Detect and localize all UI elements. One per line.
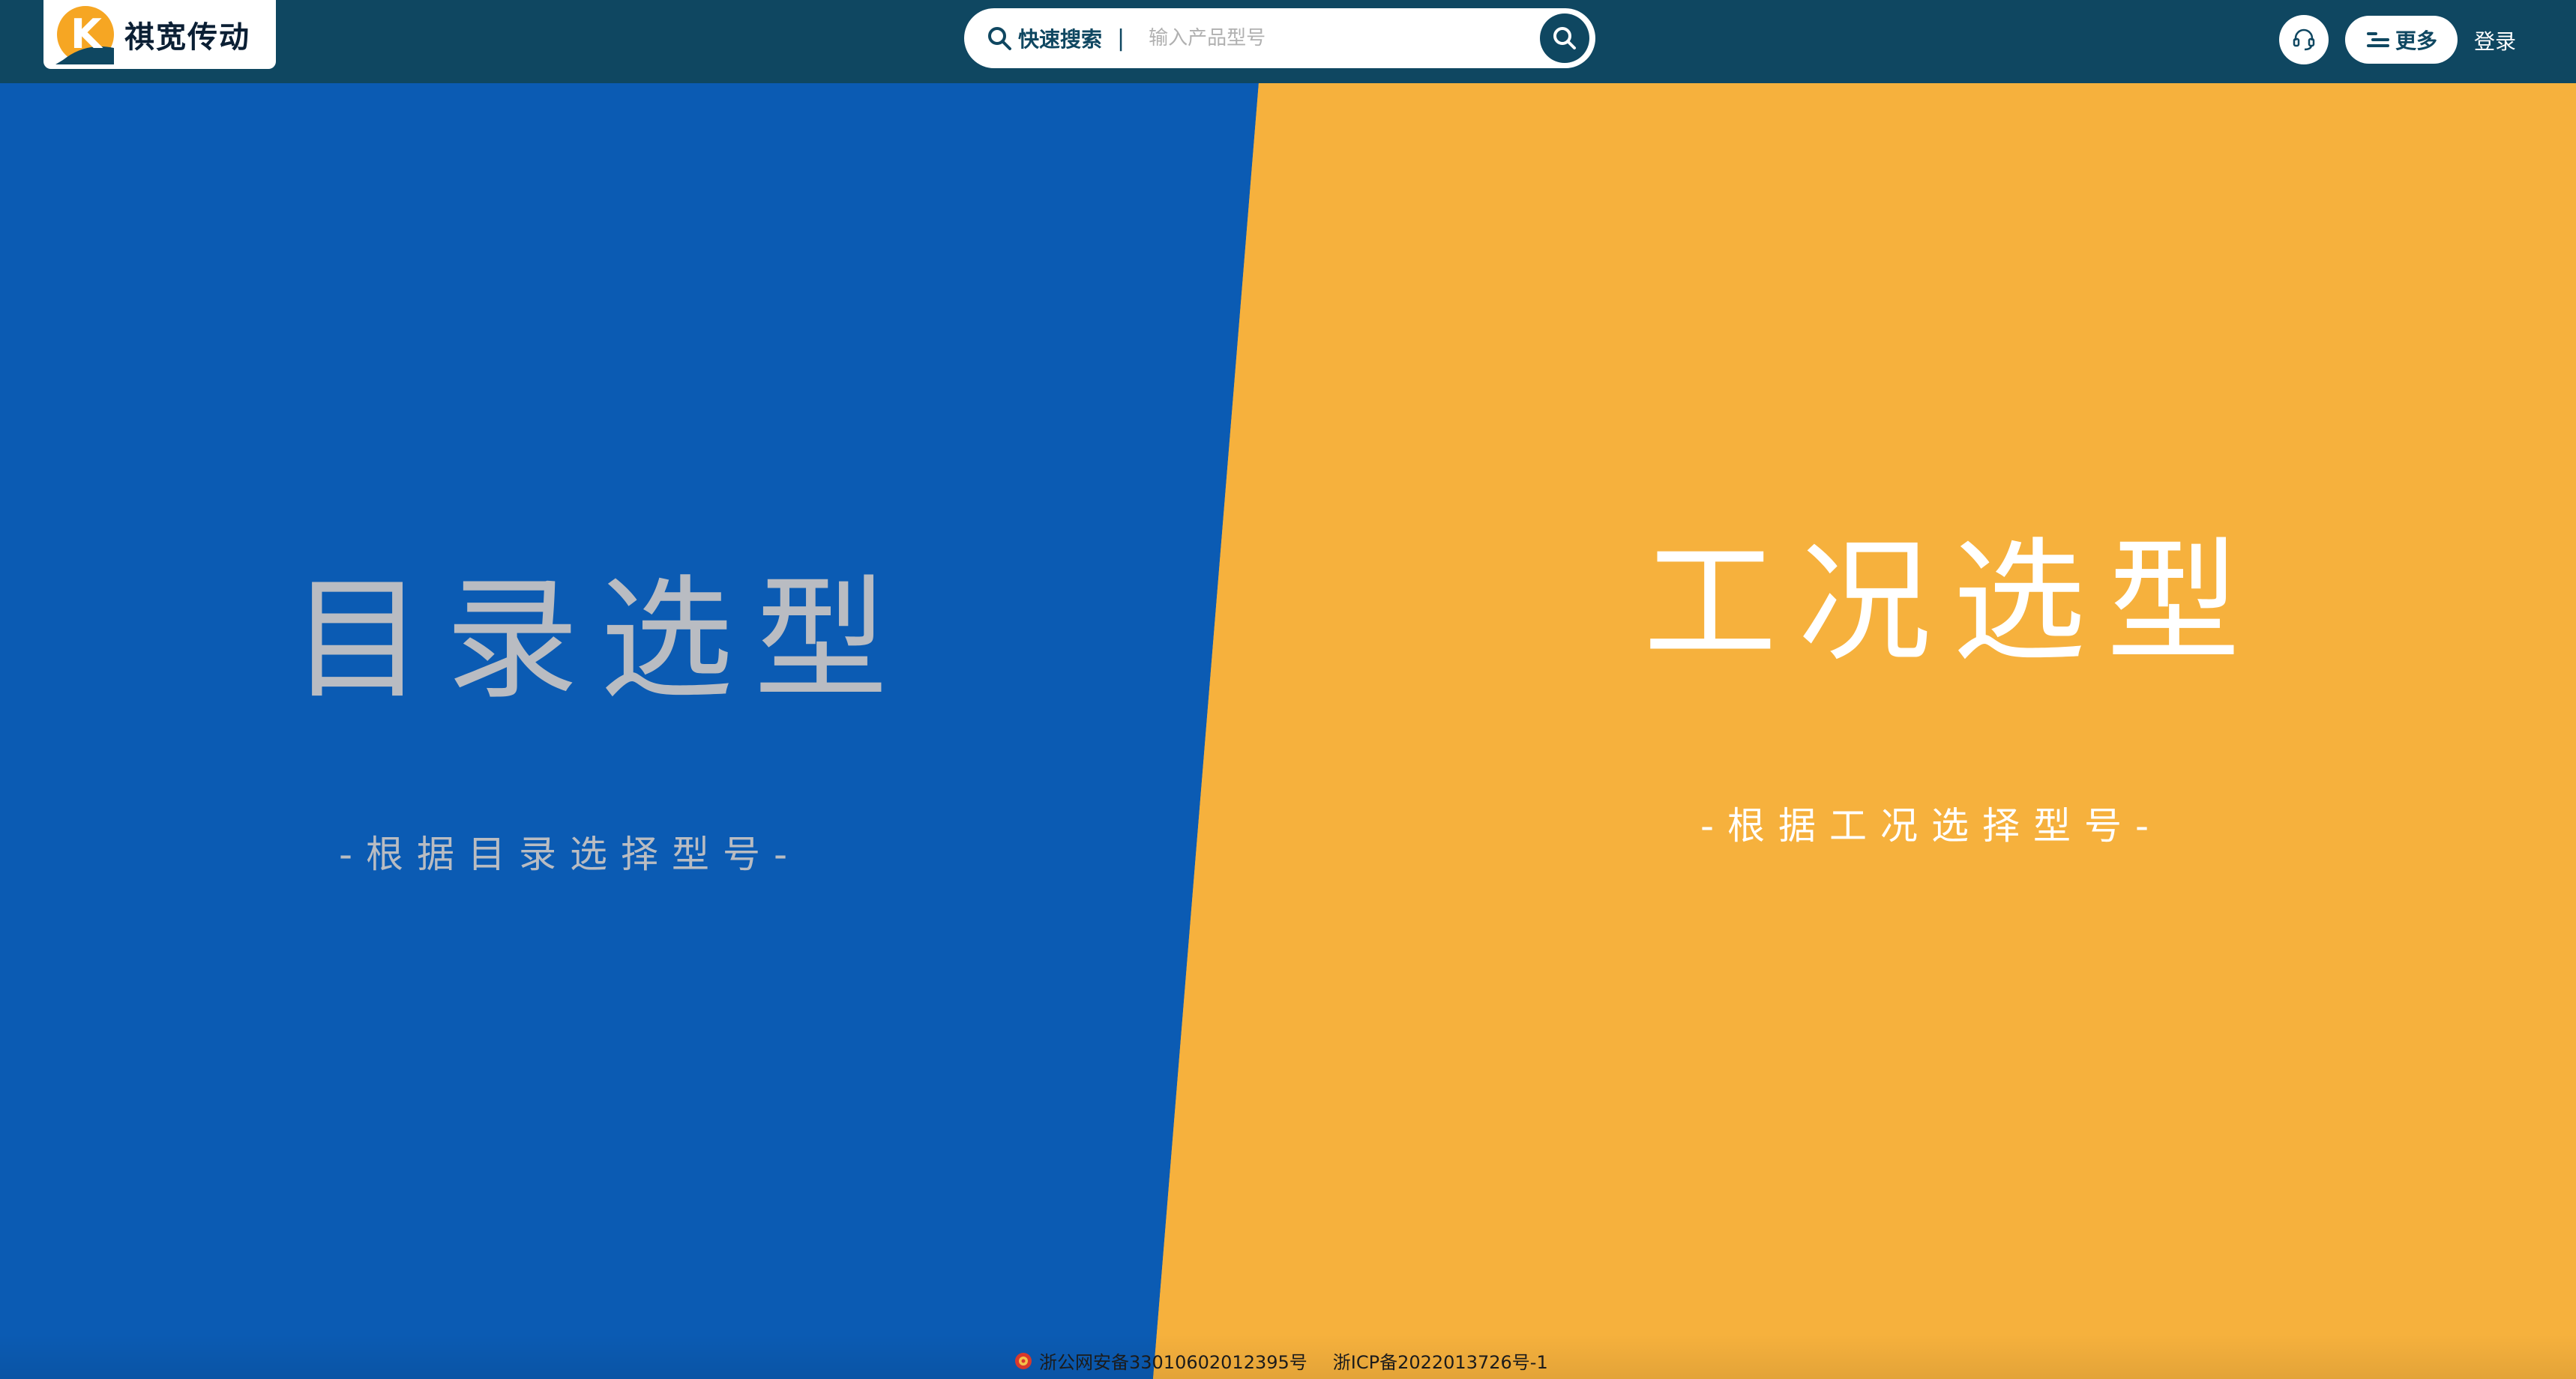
catalog-selection-subtitle: -根据目录选择型号- (339, 833, 801, 876)
logo-text: 祺宽传动 (124, 20, 250, 55)
logo-mark-icon: K (55, 6, 114, 64)
police-badge-icon (1015, 1352, 1032, 1369)
search-submit-button[interactable] (1540, 13, 1589, 63)
condition-selection-title: 工况选型 (1643, 525, 2261, 680)
search-icon (988, 27, 1011, 50)
search-icon (1553, 27, 1576, 49)
public-security-record-link[interactable]: 浙公网安备33010602012395号 (1039, 1348, 1307, 1374)
search-separator: | (1117, 25, 1125, 52)
headset-icon (2293, 28, 2315, 51)
site-logo[interactable]: K 祺宽传动 (43, 0, 276, 69)
quick-search-bar: 快速搜索 | (964, 8, 1595, 68)
more-menu-button[interactable]: 更多 (2345, 16, 2458, 64)
footer-records: 浙公网安备33010602012395号 浙ICP备2022013726号-1 (1014, 1348, 1548, 1374)
product-model-search-input[interactable] (1147, 15, 1540, 61)
icp-record-link[interactable]: 浙ICP备2022013726号-1 (1333, 1348, 1548, 1374)
customer-support-button[interactable] (2279, 15, 2329, 64)
top-navigation-bar: K 祺宽传动 快速搜索 | 输入产品型号 更多 登录 (0, 0, 2576, 83)
page: 目录选型 -根据目录选择型号- 工况选型 -根据工况选择型号- K 祺宽传动 快… (0, 0, 2576, 1379)
svg-text:K: K (70, 10, 103, 58)
catalog-selection-title: 目录选型 (291, 562, 909, 717)
quick-search-label: 快速搜索 (1018, 27, 1103, 52)
footer: 浙公网安备33010602012395号 浙ICP备2022013726号-1 (0, 1334, 2576, 1379)
condition-selection-subtitle: -根据工况选择型号- (1700, 804, 2163, 848)
more-menu-label: 更多 (2395, 28, 2437, 53)
login-link[interactable]: 登录 (2474, 25, 2516, 55)
menu-icon (2366, 32, 2389, 47)
